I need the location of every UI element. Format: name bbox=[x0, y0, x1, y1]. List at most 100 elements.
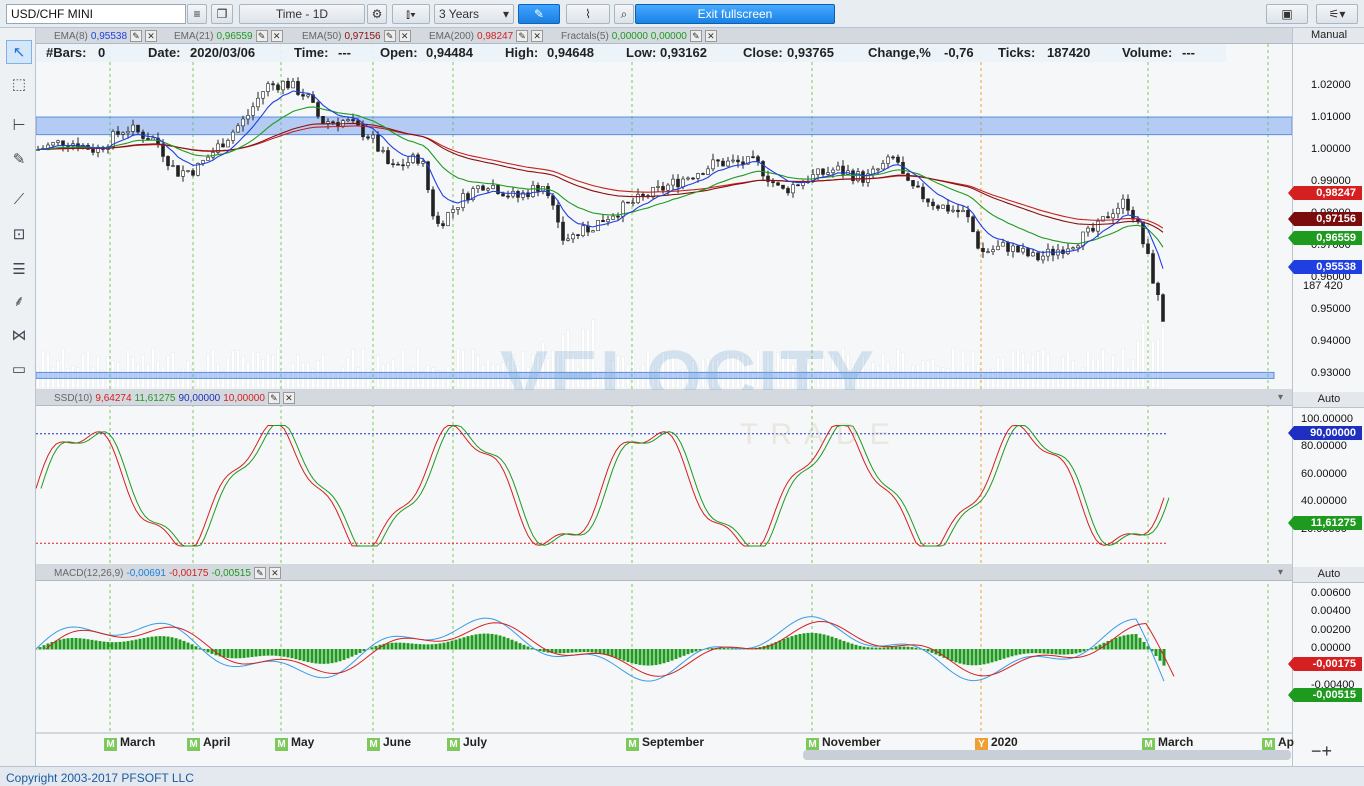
volume-bar bbox=[1021, 353, 1025, 389]
candle-body bbox=[406, 162, 410, 166]
zoom-button[interactable]: ⌕ bbox=[614, 4, 634, 24]
candle-body bbox=[386, 150, 390, 164]
macd-histogram-bar bbox=[1002, 649, 1006, 659]
period-marker-icon: M bbox=[367, 738, 380, 751]
macd-axis-mode[interactable]: Auto bbox=[1293, 567, 1364, 583]
main-axis-mode[interactable]: Manual bbox=[1293, 28, 1364, 44]
close-icon[interactable]: ✕ bbox=[145, 30, 158, 42]
candle-body bbox=[581, 225, 585, 236]
close-icon[interactable]: ✕ bbox=[268, 567, 281, 579]
candle-body bbox=[346, 119, 350, 122]
zoom-controls-icon[interactable]: −+ bbox=[1311, 741, 1332, 762]
month-label: M May bbox=[275, 735, 314, 751]
volume-bar bbox=[971, 350, 975, 389]
close-value: 0,93765 bbox=[787, 45, 834, 60]
settings-icon[interactable]: ✎ bbox=[255, 30, 268, 42]
chart-type-button[interactable]: ⫾▾ bbox=[392, 4, 430, 24]
window-icon[interactable]: ❐ bbox=[211, 4, 233, 24]
macd-histogram-bar bbox=[682, 649, 686, 656]
candle-body bbox=[506, 195, 510, 198]
macd-histogram-bar bbox=[410, 643, 414, 650]
macd-histogram-bar bbox=[562, 649, 566, 654]
indicators-button[interactable]: ⌇ bbox=[566, 4, 610, 24]
candle-body bbox=[236, 125, 240, 133]
top-toolbar: USD/CHF MINI ≡ ❐ Time - 1D ⚙ ⫾▾ 3 Years ▾… bbox=[0, 0, 1364, 28]
close-icon[interactable]: ✕ bbox=[282, 392, 295, 404]
timeframe-select[interactable]: Time - 1D bbox=[239, 4, 365, 24]
macd-histogram-bar bbox=[882, 647, 886, 650]
pointer-icon[interactable]: ↖ bbox=[6, 40, 32, 64]
horizontal-scrollbar[interactable] bbox=[803, 750, 1291, 760]
exit-fullscreen-button[interactable]: Exit fullscreen bbox=[635, 4, 835, 24]
month-text: May bbox=[291, 735, 315, 749]
candle-body bbox=[896, 156, 900, 163]
macd-histogram-bar bbox=[994, 649, 998, 662]
macd-histogram-bar bbox=[130, 640, 134, 650]
symbol-input[interactable]: USD/CHF MINI bbox=[6, 4, 186, 24]
settings-icon[interactable]: ✎ bbox=[267, 392, 280, 404]
macd-histogram-bar bbox=[1154, 649, 1158, 657]
macd-histogram-bar bbox=[70, 638, 74, 650]
macd-histogram-bar bbox=[1018, 649, 1022, 655]
macd-histogram-bar bbox=[506, 638, 510, 650]
selection-rect-icon[interactable]: ⬚ bbox=[6, 73, 32, 97]
ssd-axis-mode[interactable]: Auto bbox=[1293, 392, 1364, 408]
period-select[interactable]: 3 Years ▾ bbox=[434, 4, 514, 24]
candle-body bbox=[116, 131, 120, 135]
volume-bar bbox=[351, 349, 355, 389]
macd-histogram-bar bbox=[802, 633, 806, 650]
macd-histogram-bar bbox=[538, 649, 542, 652]
settings-icon[interactable]: ✎ bbox=[253, 567, 266, 579]
gann-fan-icon[interactable]: ⋈ bbox=[6, 324, 32, 348]
candle-body bbox=[891, 156, 895, 159]
macd-histogram-bar bbox=[826, 635, 830, 650]
volume-bar bbox=[1036, 351, 1040, 389]
crosshair-icon[interactable]: ⊢ bbox=[6, 114, 32, 138]
price-axis[interactable]: Manual 1.020001.010001.000000.990000.980… bbox=[1288, 28, 1364, 766]
trendline-icon[interactable]: ⟋ bbox=[6, 188, 32, 212]
time-label: Time: bbox=[294, 45, 329, 60]
close-icon[interactable]: ✕ bbox=[704, 30, 717, 42]
draw-pencil-button[interactable]: ✎ bbox=[518, 4, 560, 24]
candle-body bbox=[946, 204, 950, 212]
volume-bar bbox=[41, 350, 45, 389]
collapse-chevron-icon[interactable]: ▾ bbox=[1278, 567, 1283, 578]
month-text: March bbox=[1158, 735, 1194, 749]
channel-icon[interactable]: ⊡ bbox=[6, 223, 32, 247]
macd-histogram-bar bbox=[270, 649, 274, 656]
close-icon[interactable]: ✕ bbox=[398, 30, 411, 42]
volume-bar bbox=[206, 353, 210, 389]
candle-body bbox=[911, 180, 915, 187]
close-icon[interactable]: ✕ bbox=[270, 30, 283, 42]
candle-body bbox=[51, 142, 55, 146]
candle-body bbox=[536, 185, 540, 192]
volume-bar bbox=[141, 354, 145, 389]
settings-icon[interactable]: ✎ bbox=[130, 30, 143, 42]
ruler-icon[interactable]: ▭ bbox=[6, 358, 32, 382]
macd-histogram-bar bbox=[558, 649, 562, 654]
pencil-draw-icon[interactable]: ✎ bbox=[6, 148, 32, 172]
collapse-chevron-icon[interactable]: ▾ bbox=[1278, 392, 1283, 403]
candle-body bbox=[56, 140, 60, 143]
macd-histogram-bar bbox=[834, 638, 838, 650]
macd-histogram-bar bbox=[910, 647, 914, 650]
settings-gear-icon[interactable]: ⚙ bbox=[367, 4, 387, 24]
save-template-icon[interactable]: ▣ bbox=[1266, 4, 1308, 24]
candle-body bbox=[551, 195, 555, 206]
ssd-tick-label: 60.00000 bbox=[1301, 467, 1347, 480]
volume-bar bbox=[236, 350, 240, 389]
settings-icon[interactable]: ✎ bbox=[516, 30, 529, 42]
macd-histogram-bar bbox=[222, 649, 226, 658]
options-icon[interactable]: ⚟▾ bbox=[1316, 4, 1358, 24]
symbol-list-icon[interactable]: ≡ bbox=[187, 4, 207, 24]
settings-icon[interactable]: ✎ bbox=[383, 30, 396, 42]
macd-histogram-bar bbox=[1026, 649, 1030, 654]
text-tool-icon[interactable]: ⸙ bbox=[6, 290, 32, 314]
macd-histogram-bar bbox=[66, 638, 70, 650]
settings-icon[interactable]: ✎ bbox=[689, 30, 702, 42]
macd-histogram-bar bbox=[806, 632, 810, 650]
macd-histogram-bar bbox=[386, 643, 390, 650]
close-icon[interactable]: ✕ bbox=[531, 30, 544, 42]
candle-body bbox=[836, 165, 840, 171]
fibonacci-icon[interactable]: ☰ bbox=[6, 258, 32, 282]
